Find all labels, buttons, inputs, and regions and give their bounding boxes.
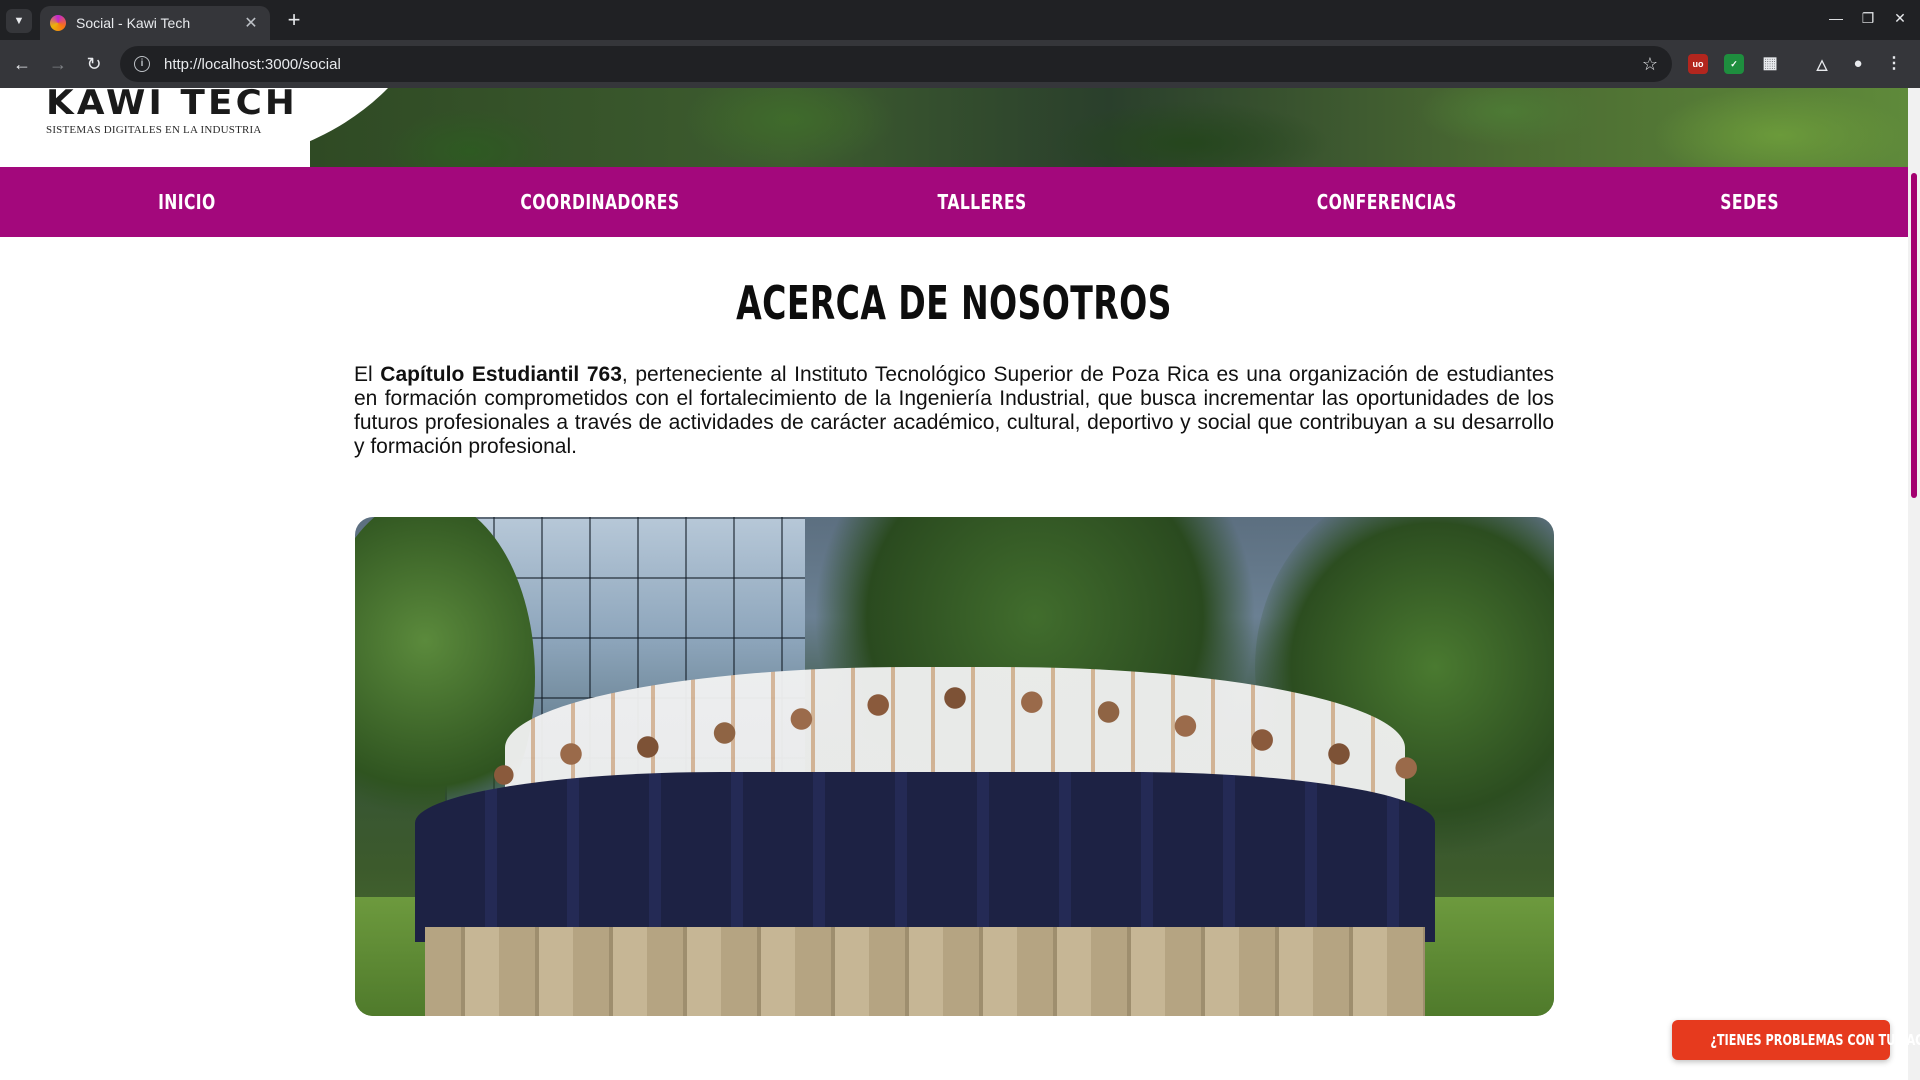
forward-arrow-icon[interactable]: → xyxy=(46,52,70,76)
address-bar[interactable]: i http://localhost:3000/social ☆ xyxy=(120,46,1672,82)
nav-item-talleres[interactable]: TALLERES xyxy=(938,167,1027,237)
nav-item-coordinadores[interactable]: COORDINADORES xyxy=(520,167,679,237)
main-nav: INICIO COORDINADORES TALLERES CONFERENCI… xyxy=(0,167,1908,237)
intro-prefix: El xyxy=(354,363,381,386)
nav-item-inicio[interactable]: INICIO xyxy=(158,167,216,237)
close-icon[interactable]: ✕ xyxy=(242,13,260,33)
site-info-icon[interactable]: i xyxy=(134,56,150,72)
restore-icon[interactable]: ❐ xyxy=(1858,10,1878,27)
header-banner-image xyxy=(310,88,1908,167)
puzzle-icon[interactable]: ▦ xyxy=(1760,54,1780,74)
labs-icon[interactable]: △ xyxy=(1812,54,1832,74)
browser-tab-active[interactable]: Social - Kawi Tech ✕ xyxy=(40,6,270,40)
group-photo xyxy=(355,517,1554,1016)
bookmark-star-icon[interactable]: ☆ xyxy=(1642,54,1658,75)
chevron-down-icon[interactable]: ▼ xyxy=(6,9,32,33)
ublock-icon[interactable]: uo xyxy=(1688,54,1708,74)
plus-icon[interactable]: + xyxy=(281,8,307,34)
scrollbar-thumb[interactable] xyxy=(1911,173,1917,498)
intro-bold: Capítulo Estudiantil 763 xyxy=(380,363,622,386)
browser-tab-strip: ▼ Social - Kawi Tech ✕ + — ❐ ✕ xyxy=(0,0,1920,40)
back-arrow-icon[interactable]: ← xyxy=(10,52,34,76)
photo-group-pants xyxy=(425,927,1425,1016)
page-title: ACERCA DE NOSOTROS xyxy=(736,276,1172,330)
minimize-icon[interactable]: — xyxy=(1826,10,1846,26)
payment-help-label: ¿TIENES PROBLEMAS CON TU PAGO? xyxy=(1710,1031,1920,1049)
site-logo[interactable]: KAWI TECH xyxy=(46,88,298,120)
favicon-icon xyxy=(50,15,66,31)
page-viewport: KAWI TECH SISTEMAS DIGITALES EN LA INDUS… xyxy=(0,88,1908,1080)
site-logo-subtitle: SISTEMAS DIGITALES EN LA INDUSTRIA xyxy=(46,124,262,136)
page-scrollbar[interactable] xyxy=(1908,88,1920,1080)
reload-icon[interactable]: ↻ xyxy=(82,52,106,76)
nav-item-sedes[interactable]: SEDES xyxy=(1720,167,1779,237)
profile-icon[interactable]: ● xyxy=(1848,54,1868,74)
menu-icon[interactable]: ⋮ xyxy=(1884,54,1904,74)
photo-group-front-row xyxy=(415,772,1435,942)
url-text[interactable]: http://localhost:3000/social xyxy=(164,56,1642,73)
tab-title: Social - Kawi Tech xyxy=(76,15,191,31)
intro-paragraph: El Capítulo Estudiantil 763, pertenecien… xyxy=(354,363,1554,459)
window-close-icon[interactable]: ✕ xyxy=(1890,10,1910,27)
payment-help-button[interactable]: ¿TIENES PROBLEMAS CON TU PAGO? xyxy=(1672,1020,1920,1060)
shield-icon[interactable]: ✓ xyxy=(1724,54,1744,74)
site-header: KAWI TECH SISTEMAS DIGITALES EN LA INDUS… xyxy=(0,88,1908,167)
nav-item-conferencias[interactable]: CONFERENCIAS xyxy=(1317,167,1457,237)
browser-toolbar: ← → ↻ i http://localhost:3000/social ☆ u… xyxy=(0,40,1920,88)
